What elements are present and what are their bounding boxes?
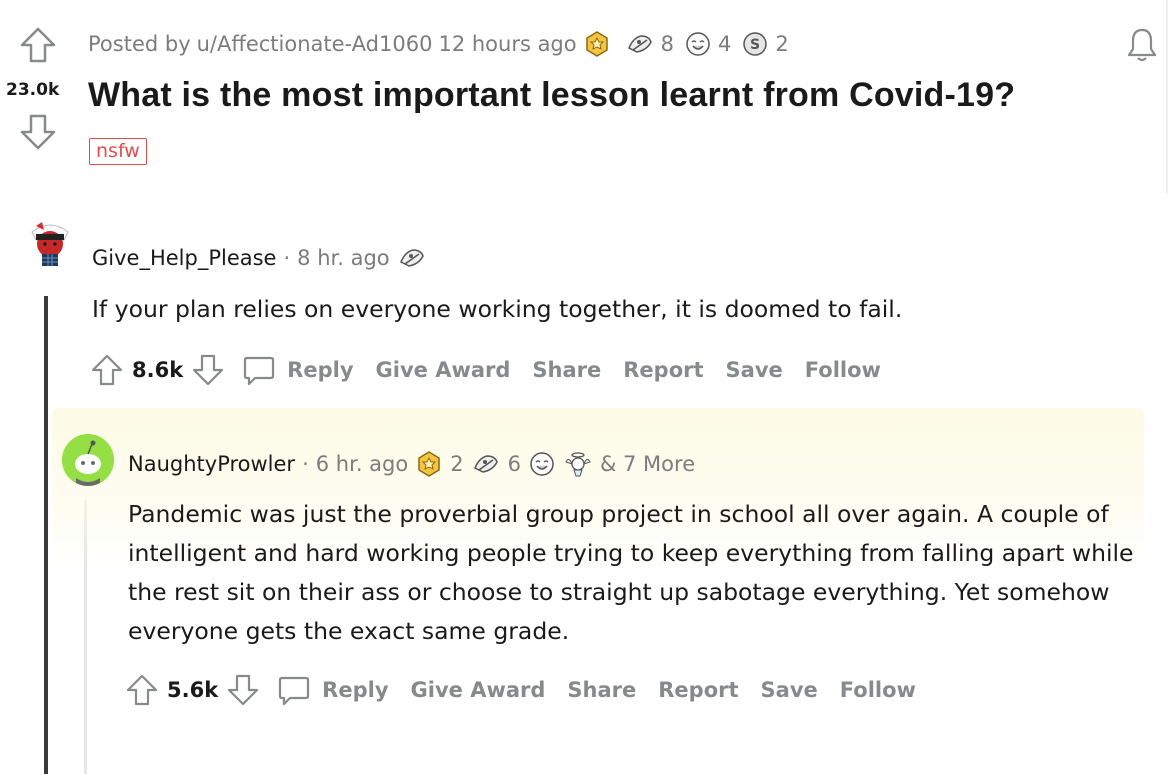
comment-time: 6 hr. ago: [315, 452, 409, 476]
comment-author-link[interactable]: NaughtyProwler: [128, 452, 295, 476]
meta-separator: ·: [302, 452, 309, 476]
silver-coin-award-icon[interactable]: S: [741, 30, 769, 58]
speech-bubble-icon[interactable]: [276, 672, 312, 708]
save-button[interactable]: Save: [761, 678, 818, 702]
award-count-2: 4: [718, 32, 732, 56]
post-score: 23.0k: [6, 80, 60, 100]
upvote-arrow-icon[interactable]: [18, 25, 58, 65]
post-time: 12 hours ago: [438, 32, 577, 56]
wholesome-seal-award-icon[interactable]: [471, 450, 501, 478]
give-award-button[interactable]: Give Award: [411, 678, 546, 702]
comment-body: Pandemic was just the proverbial group p…: [128, 500, 1134, 645]
report-button[interactable]: Report: [658, 678, 738, 702]
laughing-face-award-icon[interactable]: [528, 450, 556, 478]
bell-icon[interactable]: [1122, 25, 1162, 65]
give-award-button[interactable]: Give Award: [376, 358, 511, 382]
reply-button[interactable]: Reply: [322, 678, 388, 702]
post-title[interactable]: What is the most important lesson learnt…: [88, 76, 1015, 115]
reply-button[interactable]: Reply: [287, 358, 353, 382]
post-author-link[interactable]: u/Affectionate-Ad1060: [197, 32, 433, 56]
angel-award-icon[interactable]: [563, 450, 593, 478]
comment-action-bar: 8.6k Reply Give Award Share Report Save …: [90, 352, 903, 388]
gold-award-icon[interactable]: [583, 30, 611, 58]
comment-time: 8 hr. ago: [297, 246, 390, 270]
report-button[interactable]: Report: [623, 358, 703, 382]
avatar[interactable]: [62, 434, 114, 486]
svg-text:S: S: [750, 37, 760, 53]
downvote-arrow-icon[interactable]: [18, 112, 58, 152]
nsfw-flair: nsfw: [89, 138, 147, 165]
gold-award-icon[interactable]: [415, 450, 443, 478]
post-vote-column: [10, 25, 68, 65]
meta-separator: ·: [283, 246, 291, 270]
downvote-arrow-icon[interactable]: [191, 353, 225, 387]
award-count-3: 2: [775, 32, 789, 56]
wholesome-seal-award-icon[interactable]: [625, 30, 655, 58]
upvote-arrow-icon[interactable]: [90, 353, 124, 387]
save-button[interactable]: Save: [726, 358, 783, 382]
award-count-2: 6: [507, 452, 521, 476]
share-button[interactable]: Share: [567, 678, 636, 702]
comment-score: 8.6k: [132, 358, 184, 382]
post-meta: Posted by u/Affectionate-Ad1060 12 hours…: [88, 30, 793, 58]
more-awards-link[interactable]: & 7 More: [600, 452, 695, 476]
comment-meta: NaughtyProwler · 6 hr. ago 2 6 & 7 More: [128, 450, 695, 478]
comment-body: If your plan relies on everyone working …: [92, 295, 903, 323]
upvote-arrow-icon[interactable]: [125, 673, 159, 707]
follow-button[interactable]: Follow: [805, 358, 881, 382]
speech-bubble-icon[interactable]: [241, 352, 277, 388]
thread-collapse-line[interactable]: [44, 296, 48, 774]
comment-score: 5.6k: [167, 678, 219, 702]
posted-by-label: Posted by: [88, 32, 191, 56]
share-button[interactable]: Share: [532, 358, 601, 382]
award-count-1: 2: [450, 452, 464, 476]
follow-button[interactable]: Follow: [840, 678, 916, 702]
comment-meta: Give_Help_Please · 8 hr. ago: [92, 244, 427, 272]
avatar[interactable]: [22, 214, 78, 270]
post-card: 23.0k Posted by u/Affectionate-Ad1060 12…: [0, 0, 1168, 193]
award-count-1: 8: [660, 32, 674, 56]
downvote-arrow-icon[interactable]: [226, 673, 260, 707]
comment-action-bar: 5.6k Reply Give Award Share Report Save …: [125, 672, 938, 708]
comment-author-link[interactable]: Give_Help_Please: [92, 246, 276, 270]
laughing-face-award-icon[interactable]: [684, 30, 712, 58]
wholesome-seal-award-icon[interactable]: [397, 244, 427, 272]
